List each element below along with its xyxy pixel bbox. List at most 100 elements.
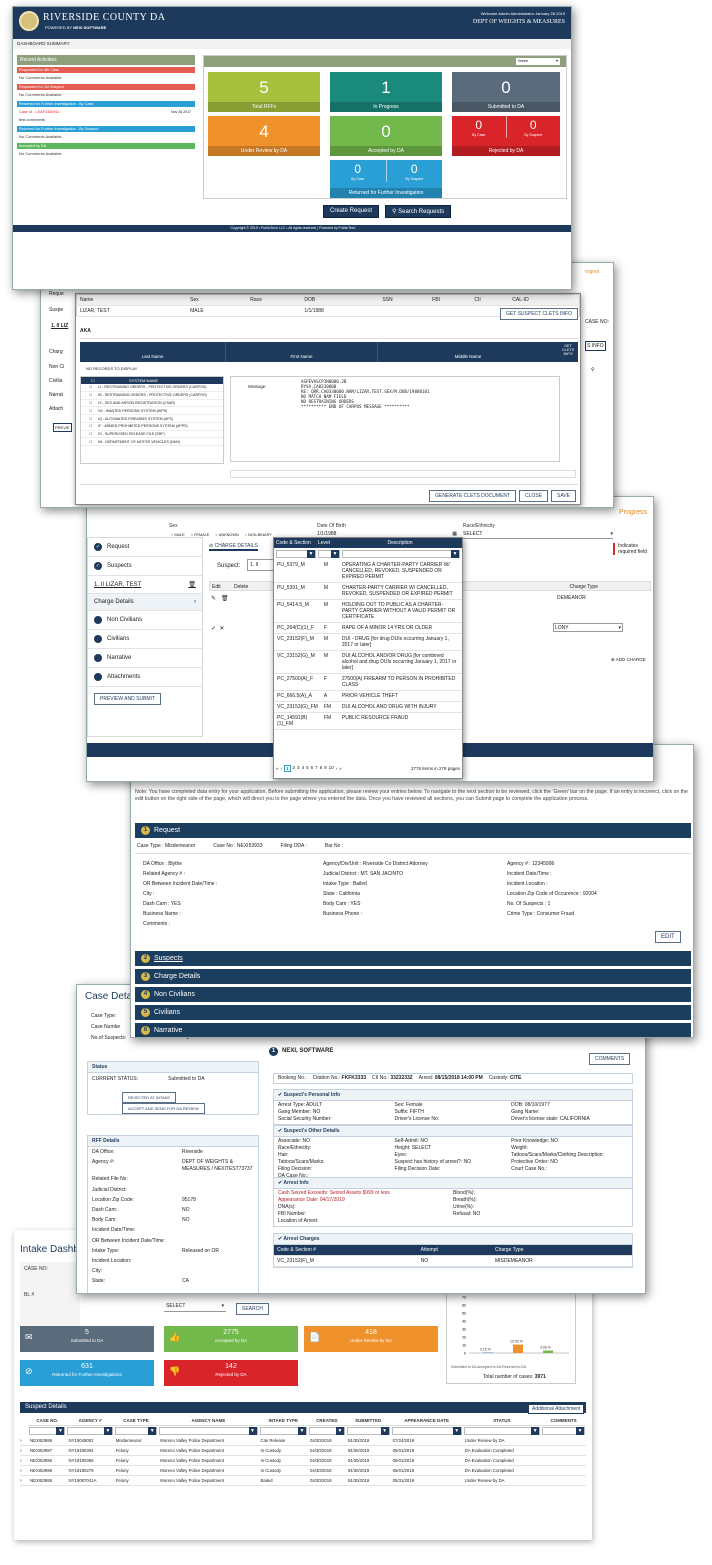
sidebar-item-civilians[interactable]: Civilians	[88, 630, 202, 649]
filter-icon[interactable]: ▼	[380, 1427, 389, 1435]
charge-code-row[interactable]: PU_5414.5_M M HOLDING OUT TO PUBLIC AS A C…	[274, 599, 462, 623]
last-page-icon[interactable]: »	[339, 766, 342, 771]
page-number[interactable]: 9	[324, 765, 327, 772]
race-select[interactable]: SELECT ▾	[463, 531, 613, 539]
generate-clets-button[interactable]: GENERATE CLETS DOCUMENT	[429, 490, 517, 502]
filter-box[interactable]: ▼	[463, 1427, 541, 1435]
table-col-header[interactable]: STATUS	[462, 1416, 542, 1426]
column-filter[interactable]: ▼	[28, 1426, 66, 1437]
sidebar-item-attachments[interactable]: Attachments	[88, 668, 202, 687]
intake-stat-tile[interactable]: ✉ 5 Submitted to DA	[20, 1326, 154, 1352]
table-col-header[interactable]: COMMENTS	[541, 1416, 586, 1426]
table-row[interactable]: › NEXI53997 NY19190304 Felony Moreno Valley …	[20, 1445, 586, 1456]
additional-attachment-button[interactable]: Additional Attachment	[528, 1404, 585, 1414]
filter-icon[interactable]: ▼	[298, 1427, 307, 1435]
table-col-header[interactable]: CASE TYPE	[113, 1416, 159, 1426]
column-filter[interactable]: ▼	[259, 1426, 309, 1437]
charge-code-row[interactable]: PC_27500(A)_F F 27500(A) FIREARM TO PERSON…	[274, 673, 462, 691]
search-requests-button[interactable]: ⚲ Search Requests	[385, 205, 452, 218]
section-bar[interactable]: 3 Charge Details	[135, 969, 691, 984]
level-filter[interactable]: ▼	[318, 550, 340, 558]
checkbox[interactable]: ☐	[89, 401, 92, 405]
search-icon[interactable]: ⚲	[591, 367, 595, 373]
accept-and-send-button[interactable]: ACCEPT AND SEND FOR DA REVIEW	[122, 1103, 205, 1114]
search-button[interactable]: SEARCH	[236, 1303, 269, 1315]
returned-tile[interactable]: 0 By Case 0 By Suspect Returned for Furthe…	[330, 160, 442, 198]
filter-icon[interactable]: ▼	[56, 1427, 65, 1435]
intake-stat-tile[interactable]: 👎 142 Rejected by DA	[164, 1360, 298, 1386]
page-number[interactable]: 3	[297, 765, 300, 772]
save-button[interactable]: SAVE	[551, 490, 576, 502]
filter-box[interactable]: ▼	[67, 1427, 113, 1435]
section-bar[interactable]: 5 Civilians	[135, 1005, 691, 1020]
first-page-icon[interactable]: «	[276, 766, 279, 771]
filter-box[interactable]: ▼	[159, 1427, 258, 1435]
sidebar-item-suspects[interactable]: ✓ Suspects	[88, 557, 202, 576]
system-row[interactable]: ☐ IX - SEX AND ARSON REGISTRATION (CSAR)	[81, 400, 223, 408]
checkbox[interactable]: ☐	[89, 432, 92, 436]
filter-box[interactable]: ▼	[542, 1427, 585, 1435]
stat-tile[interactable]: 0 Accepted by DA	[330, 116, 442, 156]
next-page-icon[interactable]: ›	[336, 766, 338, 771]
expand-row-icon[interactable]: ›	[20, 1455, 28, 1466]
page-number[interactable]: 2	[293, 765, 296, 772]
table-row[interactable]: › NEXI53996 NY19190365 Felony Moreno Valley …	[20, 1455, 586, 1466]
intake-stat-tile[interactable]: 👍 2775 Accepted by DA	[164, 1326, 298, 1352]
sidebar-item-request[interactable]: ✓ Request	[88, 538, 202, 557]
sex-radio[interactable]: ○ UNKNOWN	[215, 533, 238, 537]
sidebar-item-charge-details[interactable]: Charge Details ›	[88, 594, 202, 611]
close-button[interactable]: CLOSE	[519, 490, 549, 502]
section-bar[interactable]: 2 Suspects	[135, 951, 691, 966]
checkbox[interactable]: ☐	[89, 409, 92, 413]
table-col-header[interactable]: INTAKE TYPE	[258, 1416, 309, 1426]
charge-code-row[interactable]: PU_5379_M M OPERATING A CHARTER-PARTY CARR…	[274, 560, 462, 583]
filter-icon[interactable]: ▼	[451, 550, 459, 558]
stat-tile[interactable]: 5 Total RFFs	[208, 72, 320, 112]
checkbox[interactable]: ☐	[89, 385, 92, 389]
charge-code-row[interactable]: VC_23152(F)_M M DUI - DRUG [for drug DUIs …	[274, 633, 462, 651]
page-number[interactable]: 5	[306, 765, 309, 772]
table-col-header[interactable]: APPEARANCE DATE	[390, 1416, 463, 1426]
code-filter[interactable]: ▼	[276, 550, 316, 558]
trash-icon[interactable]: 🗑	[188, 581, 196, 588]
system-row[interactable]: ☐ IQ - AUTOMATED FIREARMS SYSTEM (AFS)	[81, 415, 223, 423]
sidebar-item-suspect-1[interactable]: 1. II LIZAR, TEST 🗑	[88, 576, 202, 594]
intake-stat-tile[interactable]: ⊘ 631 Returned for Further Investigations	[20, 1360, 154, 1386]
stat-tile[interactable]: 4 Under Review by DA	[208, 116, 320, 156]
system-row[interactable]: ☐ IS - SUPERVISED RELEASE FILE (SRF)	[81, 431, 223, 439]
sidebar-item-narrative[interactable]: Narrative	[88, 649, 202, 668]
filter-box[interactable]: ▼	[259, 1427, 308, 1435]
page-number[interactable]: 6	[311, 765, 314, 772]
system-row[interactable]: ☐ LI - RESTRAINING ORDERS - PROTECTIVE OR…	[81, 384, 223, 392]
filter-icon[interactable]: ▼	[148, 1427, 157, 1435]
expand-row-icon[interactable]: ›	[20, 1445, 28, 1456]
filter-icon[interactable]: ▼	[452, 1427, 461, 1435]
column-filter[interactable]: ▼	[308, 1426, 346, 1437]
filter-icon[interactable]: ▼	[576, 1427, 584, 1435]
stat-tile[interactable]: 0 Submitted to DA	[452, 72, 560, 112]
page-number[interactable]: 10	[329, 765, 334, 772]
checkbox[interactable]: ☐	[89, 393, 92, 397]
select-all-checkbox[interactable]: ☐	[91, 378, 95, 383]
charge-code-row[interactable]: PC_666.5(A)_A A PRIOR VEHICLE THEFT	[274, 690, 462, 702]
edit-button[interactable]: EDIT	[655, 931, 681, 943]
filter-box[interactable]: ▼	[29, 1427, 66, 1435]
filter-icon[interactable]: ▼	[103, 1427, 112, 1435]
filter-box[interactable]: ▼	[346, 1427, 390, 1435]
create-request-button[interactable]: Create Request	[323, 205, 380, 218]
column-filter[interactable]: ▼	[346, 1426, 391, 1437]
table-col-header[interactable]: AGENCY NAME	[158, 1416, 259, 1426]
rejected-tile[interactable]: 0 By Case 0 By Suspect Rejected by DA	[452, 116, 560, 156]
filter-box[interactable]: ▼	[309, 1427, 345, 1435]
preview-and-submit-button[interactable]: PREVIEW AND SUBMIT	[94, 693, 162, 705]
checkbox[interactable]: ☐	[89, 417, 92, 421]
prev-page-icon[interactable]: ‹	[281, 766, 283, 771]
system-row[interactable]: ☐ IF - ARMED PROHIBITED PERSONS SYSTEM (A…	[81, 423, 223, 431]
filter-icon[interactable]: ▼	[331, 550, 339, 558]
request-section-bar[interactable]: 1 Request	[135, 823, 691, 838]
system-row[interactable]: ☐ IM - DEPARTMENT OF MOTOR VEHICLES (DMV)	[81, 438, 223, 447]
charge-tab[interactable]: ⊘ CHARGE DETAILS	[209, 543, 258, 551]
stat-tile[interactable]: 1 In Progress	[330, 72, 442, 112]
table-col-header[interactable]: SUBMITTED	[345, 1416, 391, 1426]
column-filter[interactable]: ▼	[463, 1426, 541, 1437]
